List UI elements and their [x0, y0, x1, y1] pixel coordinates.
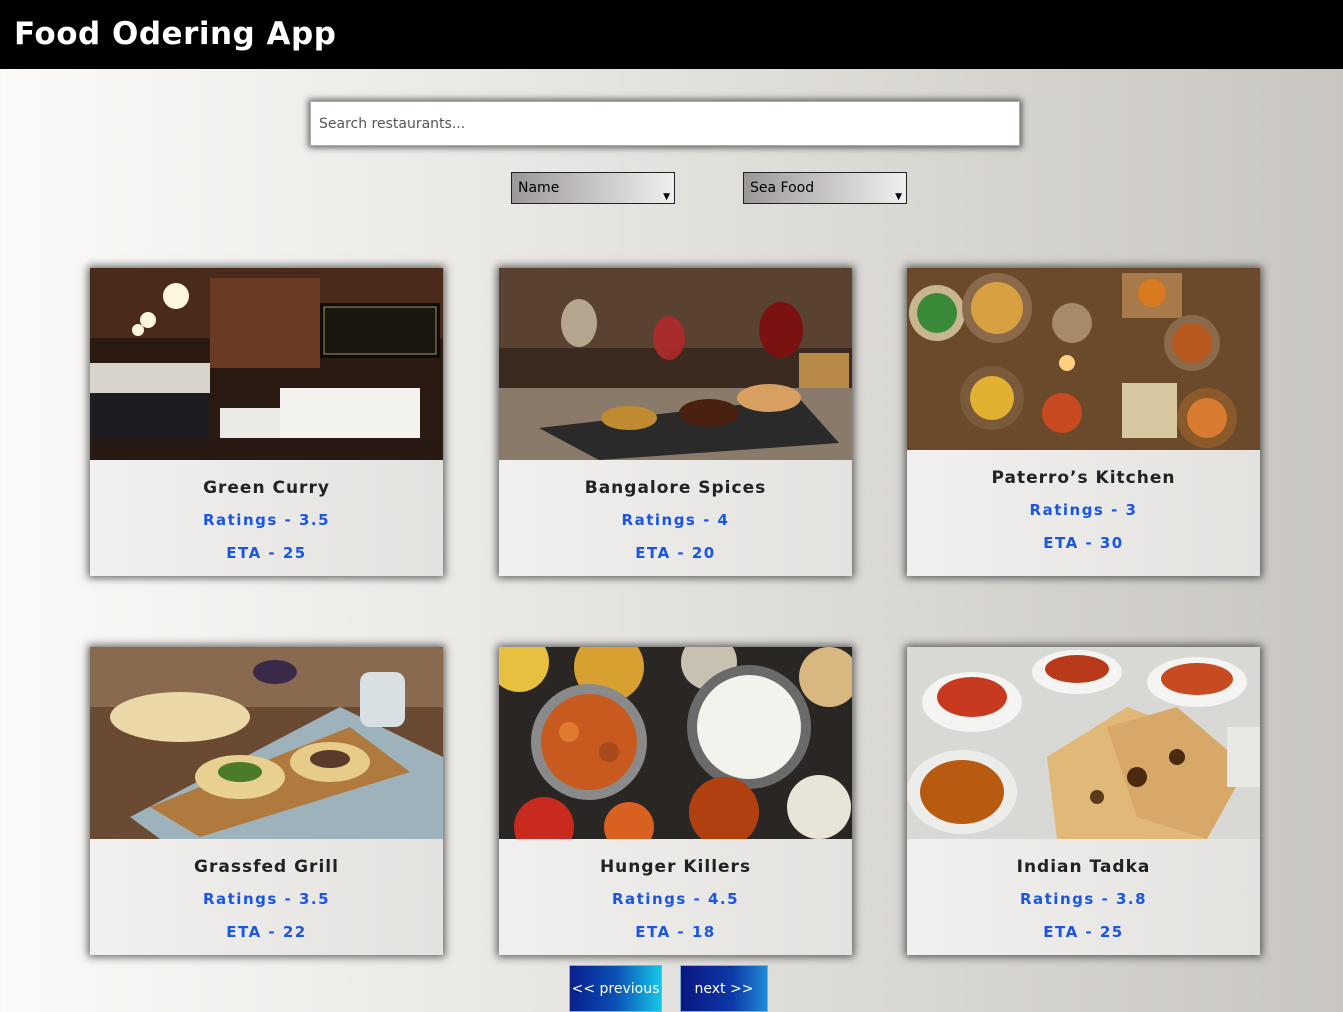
restaurant-name: Grassfed Grill	[194, 857, 339, 877]
previous-page-button[interactable]: << previous	[569, 965, 662, 1012]
search-input[interactable]	[310, 101, 1020, 146]
restaurant-card[interactable]: Indian Tadka Ratings - 3.8 ETA - 25	[907, 647, 1260, 955]
navbar: Food Odering App	[0, 0, 1343, 69]
restaurant-rating: Ratings - 3	[1029, 501, 1138, 519]
restaurant-image	[90, 647, 443, 839]
restaurant-rating: Ratings - 4	[621, 511, 730, 529]
app-title: Food Odering App	[14, 16, 337, 52]
chevron-down-icon: ▼	[895, 192, 902, 202]
restaurant-card[interactable]: Green Curry Ratings - 3.5 ETA - 25	[90, 268, 443, 576]
restaurant-image	[499, 647, 852, 839]
restaurant-eta: ETA - 25	[226, 544, 307, 562]
restaurant-name: Indian Tadka	[1016, 857, 1151, 877]
category-select[interactable]: Sea Food ▼	[743, 172, 907, 204]
next-page-button[interactable]: next >>	[680, 965, 768, 1012]
restaurant-eta: ETA - 25	[1043, 923, 1124, 941]
category-select-value: Sea Food	[750, 180, 815, 196]
restaurant-rating: Ratings - 3.8	[1019, 890, 1148, 908]
restaurant-card[interactable]: Hunger Killers Ratings - 4.5 ETA - 18	[499, 647, 852, 955]
restaurant-image	[907, 268, 1260, 450]
restaurant-image	[90, 268, 443, 460]
restaurant-eta: ETA - 18	[635, 923, 716, 941]
restaurant-eta: ETA - 30	[1043, 534, 1124, 552]
restaurant-name: Paterro’s Kitchen	[991, 468, 1176, 488]
restaurant-eta: ETA - 22	[226, 923, 307, 941]
restaurant-card[interactable]: Paterro’s Kitchen Ratings - 3 ETA - 30	[907, 268, 1260, 576]
restaurant-image	[907, 647, 1260, 839]
restaurant-name: Green Curry	[203, 478, 330, 498]
restaurant-name: Hunger Killers	[599, 857, 752, 877]
sort-select-value: Name	[518, 180, 560, 196]
chevron-down-icon: ▼	[663, 192, 670, 202]
restaurant-name: Bangalore Spices	[584, 478, 767, 498]
restaurant-eta: ETA - 20	[635, 544, 716, 562]
restaurant-rating: Ratings - 3.5	[202, 511, 331, 529]
restaurant-card[interactable]: Bangalore Spices Ratings - 4 ETA - 20	[499, 268, 852, 576]
restaurant-image	[499, 268, 852, 460]
sort-select[interactable]: Name ▼	[511, 172, 675, 204]
restaurant-card[interactable]: Grassfed Grill Ratings - 3.5 ETA - 22	[90, 647, 443, 955]
restaurant-rating: Ratings - 4.5	[611, 890, 740, 908]
restaurant-rating: Ratings - 3.5	[202, 890, 331, 908]
